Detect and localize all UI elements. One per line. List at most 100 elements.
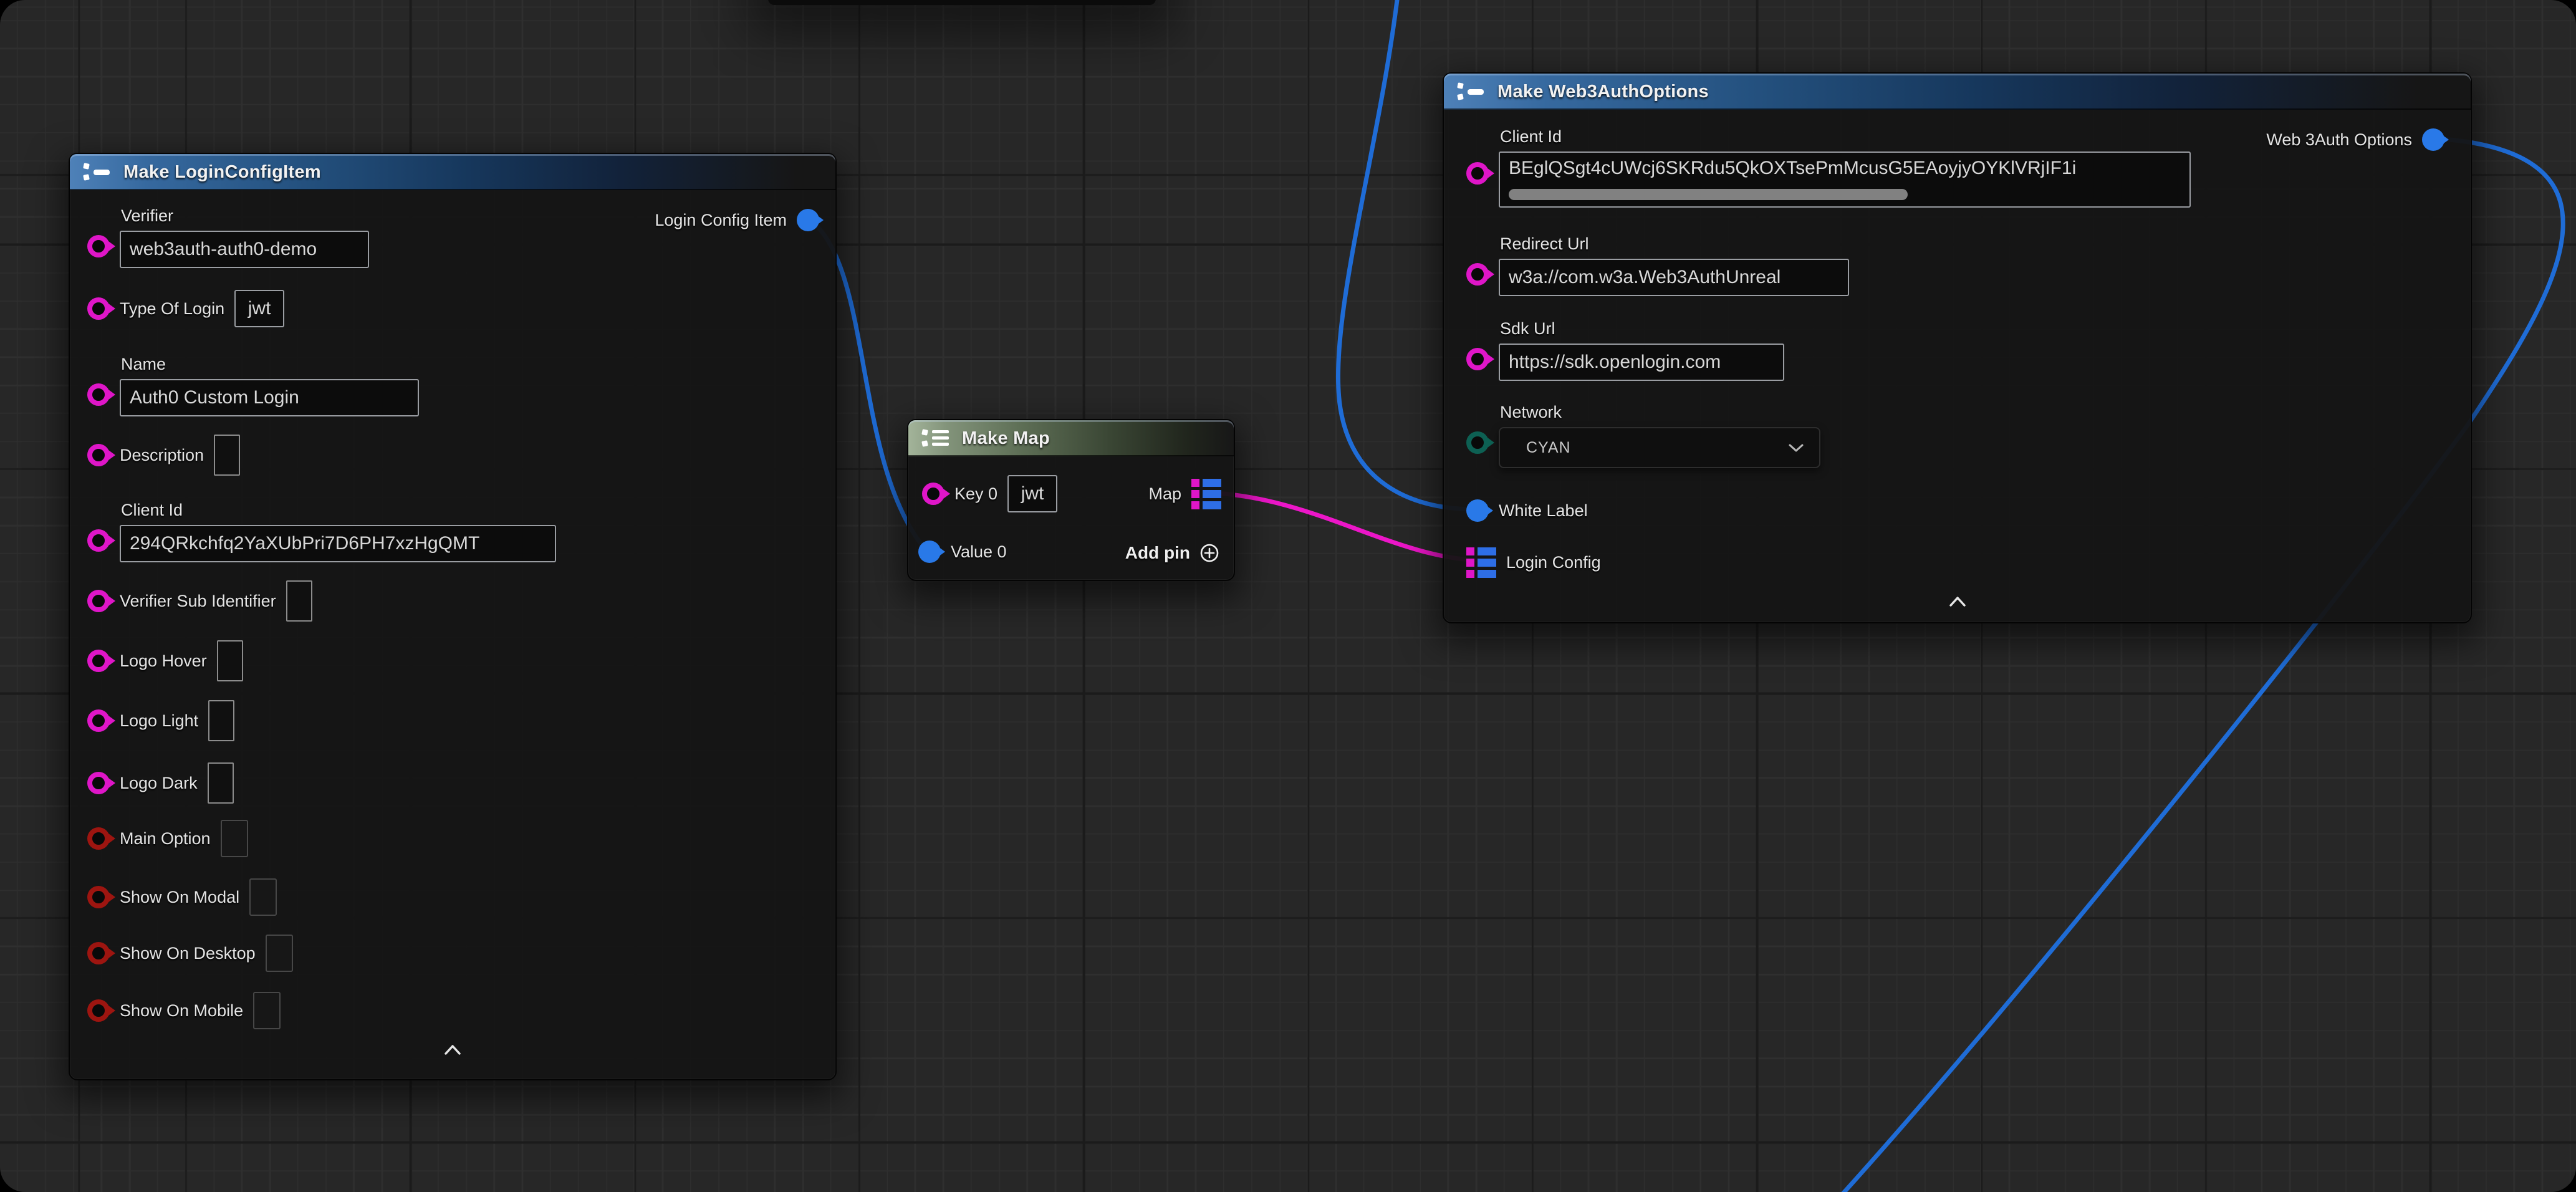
client-id-input[interactable]: BEglQSgt4cUWcj6SKRdu5QkOXTsePmMcusG5EAoy… (1499, 151, 2191, 208)
pin-map-output[interactable] (1191, 479, 1221, 509)
pin-login-config[interactable] (1466, 547, 1496, 578)
row-verifier-sub-identifier: Verifier Sub Identifier (87, 580, 312, 622)
pin-show-on-mobile[interactable] (87, 999, 110, 1022)
row-show-on-mobile: Show On Mobile (87, 992, 281, 1029)
row-name: Name Auth0 Custom Login (87, 355, 419, 416)
pin-sdk-url[interactable] (1466, 348, 1489, 370)
pin-client-id[interactable] (1466, 162, 1489, 185)
pin-verifier[interactable] (87, 235, 110, 257)
wire-map-to-login-config[interactable] (1205, 493, 1480, 560)
network-label: Network (1500, 403, 1820, 422)
name-input[interactable]: Auth0 Custom Login (120, 379, 419, 416)
pin-show-on-desktop[interactable] (87, 942, 110, 964)
offscreen-node-bottom-edge (768, 0, 1156, 5)
type-of-login-label: Type Of Login (120, 299, 224, 319)
row-client-id: Client Id BEglQSgt4cUWcj6SKRdu5QkOXTsePm… (1466, 127, 2191, 208)
main-option-label: Main Option (120, 829, 211, 848)
row-logo-hover: Logo Hover (87, 640, 243, 681)
key0-label: Key 0 (954, 484, 997, 504)
make-map-icon (921, 428, 951, 449)
pin-type-of-login[interactable] (87, 297, 110, 320)
node-title: Make Web3AuthOptions (1497, 82, 1709, 102)
textbox-scrollbar[interactable] (1509, 189, 1908, 200)
pin-description[interactable] (87, 444, 110, 466)
verifier-label: Verifier (121, 206, 369, 226)
row-sdk-url: Sdk Url https://sdk.openlogin.com (1466, 319, 1784, 381)
white-label-label: White Label (1499, 501, 1588, 521)
verifier-input[interactable]: web3auth-auth0-demo (120, 231, 369, 268)
logo-dark-input[interactable] (208, 762, 234, 804)
show-on-mobile-checkbox[interactable] (253, 992, 281, 1029)
row-white-label: White Label (1466, 499, 1588, 522)
node-make-web3authoptions[interactable]: Make Web3AuthOptions Web 3Auth Options C… (1443, 72, 2472, 623)
row-login-config: Login Config (1466, 547, 1601, 578)
output-row-map: Map (1148, 479, 1221, 509)
add-pin-button[interactable]: Add pin (1125, 542, 1220, 564)
name-label: Name (121, 355, 419, 374)
row-client-id: Client Id 294QRkchfq2YaXUbPri7D6PH7xzHgQ… (87, 501, 556, 562)
pin-value0[interactable] (918, 541, 941, 563)
blueprint-graph-canvas[interactable]: Make LoginConfigItem Login Config Item V… (0, 0, 2576, 1192)
show-on-modal-label: Show On Modal (120, 888, 239, 907)
pin-client-id[interactable] (87, 529, 110, 552)
collapse-node-chevron-icon[interactable] (1948, 596, 1967, 610)
output-row-login-config-item: Login Config Item (655, 209, 819, 231)
pin-logo-hover[interactable] (87, 650, 110, 672)
pin-web3auth-options-output[interactable] (2422, 128, 2444, 151)
chevron-down-icon (1788, 443, 1804, 453)
pin-redirect-url[interactable] (1466, 263, 1489, 286)
logo-dark-label: Logo Dark (120, 774, 198, 793)
pin-login-config-item-output[interactable] (797, 209, 819, 231)
show-on-desktop-label: Show On Desktop (120, 944, 256, 963)
verifier-sub-identifier-label: Verifier Sub Identifier (120, 592, 276, 611)
pin-show-on-modal[interactable] (87, 886, 110, 908)
pin-name[interactable] (87, 383, 110, 406)
pin-logo-light[interactable] (87, 709, 110, 732)
logo-hover-label: Logo Hover (120, 651, 207, 671)
key0-input[interactable]: jwt (1007, 475, 1057, 512)
network-dropdown[interactable]: CYAN (1499, 427, 1820, 468)
row-logo-light: Logo Light (87, 700, 234, 741)
row-key0: Key 0 jwt (922, 475, 1057, 512)
make-struct-icon (1456, 81, 1486, 102)
redirect-url-label: Redirect Url (1500, 234, 1849, 254)
show-on-modal-checkbox[interactable] (249, 878, 277, 916)
row-show-on-modal: Show On Modal (87, 878, 277, 916)
node-header-make-map[interactable]: Make Map (908, 420, 1234, 456)
row-show-on-desktop: Show On Desktop (87, 935, 293, 972)
client-id-input[interactable]: 294QRkchfq2YaXUbPri7D6PH7xzHgQMT (120, 525, 556, 562)
make-struct-icon (82, 161, 112, 183)
logo-hover-input[interactable] (217, 640, 243, 681)
row-type-of-login: Type Of Login jwt (87, 290, 284, 327)
pin-key0[interactable] (922, 483, 944, 505)
map-pin-label: Map (1148, 484, 1181, 504)
main-option-checkbox[interactable] (221, 820, 248, 857)
show-on-desktop-checkbox[interactable] (266, 935, 293, 972)
pin-network[interactable] (1466, 431, 1489, 454)
pin-white-label[interactable] (1466, 499, 1489, 522)
pin-logo-dark[interactable] (87, 772, 110, 794)
sdk-url-input[interactable]: https://sdk.openlogin.com (1499, 344, 1784, 381)
description-label: Description (120, 446, 204, 465)
pin-verifier-sub-identifier[interactable] (87, 590, 110, 612)
node-header-make-web3authoptions[interactable]: Make Web3AuthOptions (1444, 74, 2471, 110)
collapse-node-chevron-icon[interactable] (443, 1044, 462, 1059)
node-header-make-loginconfigitem[interactable]: Make LoginConfigItem (70, 154, 835, 190)
row-network: Network CYAN (1466, 403, 1820, 468)
row-redirect-url: Redirect Url w3a://com.w3a.Web3AuthUnrea… (1466, 234, 1849, 296)
circled-plus-icon (1199, 542, 1220, 564)
description-input[interactable] (214, 435, 240, 476)
redirect-url-input[interactable]: w3a://com.w3a.Web3AuthUnreal (1499, 259, 1849, 296)
node-title: Make Map (962, 428, 1050, 449)
type-of-login-input[interactable]: jwt (234, 290, 284, 327)
node-make-map[interactable]: Make Map Key 0 jwt Map Value 0 Add pin (907, 419, 1235, 581)
output-row-web3auth-options: Web 3Auth Options (2266, 128, 2444, 151)
pin-main-option[interactable] (87, 827, 110, 850)
output-pin-label: Login Config Item (655, 211, 787, 230)
node-make-loginconfigitem[interactable]: Make LoginConfigItem Login Config Item V… (69, 153, 837, 1080)
logo-light-input[interactable] (208, 700, 234, 741)
verifier-sub-identifier-input[interactable] (286, 580, 312, 622)
row-description: Description (87, 435, 240, 476)
row-verifier: Verifier web3auth-auth0-demo (87, 206, 369, 268)
row-logo-dark: Logo Dark (87, 762, 234, 804)
